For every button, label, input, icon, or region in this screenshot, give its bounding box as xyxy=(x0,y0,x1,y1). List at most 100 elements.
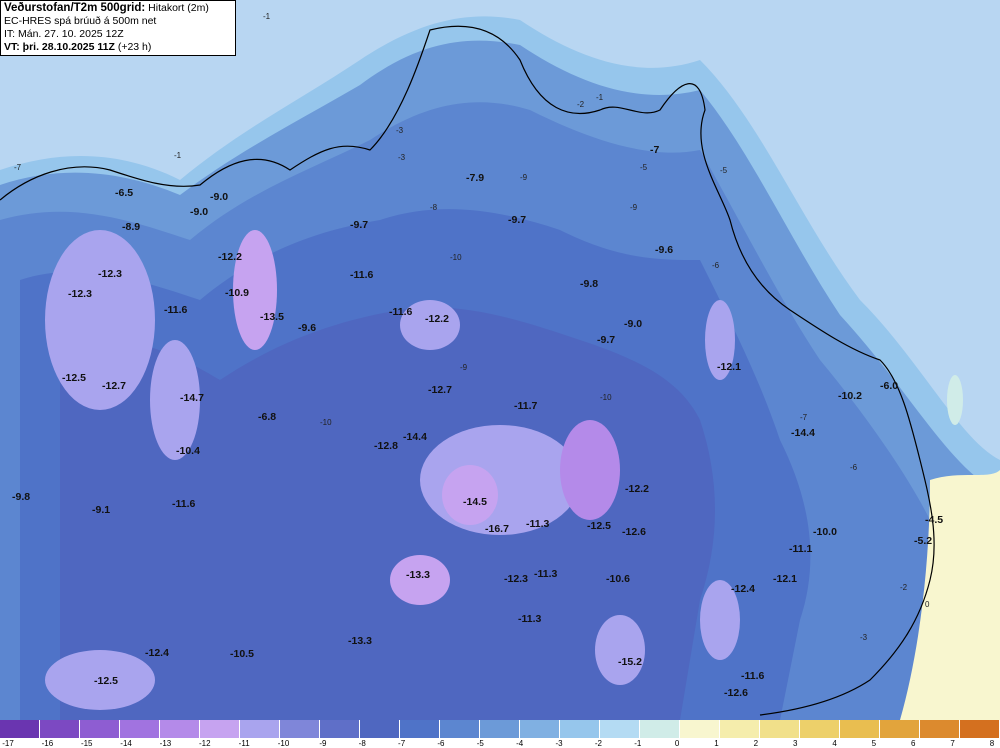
legend-tick-label: -7 xyxy=(398,739,406,748)
header-model: EC-HRES spá brúuð á 500m net xyxy=(4,15,157,27)
legend-tick-label: 8 xyxy=(989,739,995,748)
contour-label: -7 xyxy=(14,163,22,172)
legend-swatch xyxy=(600,720,640,738)
legend-color-bar xyxy=(0,720,1000,738)
station-temp-label: -12.4 xyxy=(731,583,755,595)
station-temp-label: -14.7 xyxy=(180,392,204,404)
island-east xyxy=(947,375,963,425)
station-temp-label: -11.3 xyxy=(534,568,558,580)
header-title-suffix: Hitakort (2m) xyxy=(148,2,209,14)
cold-patch-east xyxy=(560,420,620,520)
contour-label: -7 xyxy=(800,413,808,422)
contour-label: -2 xyxy=(577,100,585,109)
station-temp-label: -14.4 xyxy=(791,427,815,439)
legend-swatch xyxy=(880,720,920,738)
legend-swatch xyxy=(920,720,960,738)
legend-tick-label: -5 xyxy=(476,739,484,748)
contour-label: -2 xyxy=(900,583,908,592)
station-temp-label: -12.8 xyxy=(374,440,398,452)
station-temp-label: -12.5 xyxy=(587,520,611,532)
contour-label: -6 xyxy=(712,261,720,270)
header-title: Veðurstofan/T2m 500grid: xyxy=(4,2,146,14)
station-temp-label: -10.4 xyxy=(176,445,200,457)
legend-swatch xyxy=(200,720,240,738)
station-temp-label: -12.5 xyxy=(62,372,86,384)
station-temp-label: -9.6 xyxy=(655,244,673,256)
legend-swatch xyxy=(520,720,560,738)
contour-label: -9 xyxy=(520,173,528,182)
station-temp-label: -8.9 xyxy=(122,221,140,233)
contour-label: 0 xyxy=(925,600,930,609)
contour-label: -6 xyxy=(850,463,858,472)
cold-patch-center xyxy=(442,465,498,525)
legend-tick-label: -15 xyxy=(80,739,93,748)
station-temp-label: -4.5 xyxy=(925,514,943,526)
legend-tick-label: 0 xyxy=(674,739,680,748)
legend-tick-label: 2 xyxy=(753,739,759,748)
legend-swatch xyxy=(40,720,80,738)
station-temp-label: -13.3 xyxy=(348,635,372,647)
legend-tick-label: -11 xyxy=(238,739,250,748)
legend-swatch xyxy=(160,720,200,738)
station-temp-label: -10.0 xyxy=(813,526,837,538)
header-lead-time: (+23 h) xyxy=(117,41,152,53)
station-temp-label: -12.7 xyxy=(428,384,452,396)
station-temp-label: -12.3 xyxy=(68,288,92,300)
legend-swatch xyxy=(360,720,400,738)
legend-swatch xyxy=(800,720,840,738)
temperature-map: -6.5-9.0-9.0-8.9-12.3-12.3-12.2-10.9-11.… xyxy=(0,0,1000,720)
station-temp-label: -12.1 xyxy=(773,573,797,585)
legend-swatch xyxy=(400,720,440,738)
station-temp-label: -12.6 xyxy=(622,526,646,538)
legend-swatch xyxy=(320,720,360,738)
legend-swatch xyxy=(120,720,160,738)
legend-swatch xyxy=(80,720,120,738)
header-init-time: IT: Mán. 27. 10. 2025 12Z xyxy=(4,28,124,40)
contour-label: -1 xyxy=(174,151,182,160)
legend-tick-label: -1 xyxy=(634,739,642,748)
station-temp-label: -15.2 xyxy=(618,656,642,668)
legend-tick-label: -6 xyxy=(437,739,445,748)
legend-tick-label: -16 xyxy=(41,739,54,748)
station-temp-label: -9.7 xyxy=(508,214,526,226)
legend-swatch xyxy=(760,720,800,738)
legend-tick-label: -10 xyxy=(277,739,290,748)
legend-swatch xyxy=(840,720,880,738)
legend-tick-label: -2 xyxy=(594,739,602,748)
legend-tick-label: -4 xyxy=(516,739,524,748)
contour-label: -10 xyxy=(320,418,332,427)
station-temp-label: -12.1 xyxy=(717,361,741,373)
station-temp-label: -11.6 xyxy=(350,269,374,281)
station-temp-label: -10.2 xyxy=(838,390,862,402)
station-temp-label: -11.7 xyxy=(514,400,538,412)
legend-tick-label: 1 xyxy=(714,739,719,748)
station-temp-label: -10.5 xyxy=(230,648,254,660)
station-temp-label: -10.9 xyxy=(225,287,249,299)
station-temp-label: -6.5 xyxy=(115,187,133,199)
station-temp-label: -11.3 xyxy=(526,518,550,530)
station-temp-label: -12.6 xyxy=(724,687,748,699)
station-temp-label: -6.8 xyxy=(258,411,276,423)
station-temp-label: -13.5 xyxy=(260,311,284,323)
station-temp-label: -7 xyxy=(650,144,659,156)
contour-label: -10 xyxy=(450,253,462,262)
legend-swatch xyxy=(440,720,480,738)
station-temp-label: -9.8 xyxy=(12,491,30,503)
station-temp-label: -9.6 xyxy=(298,322,316,334)
contour-label: -5 xyxy=(640,163,648,172)
legend-swatch xyxy=(640,720,680,738)
legend-tick-label: 4 xyxy=(832,739,837,748)
station-temp-label: -9.7 xyxy=(597,334,615,346)
legend-swatch xyxy=(0,720,40,738)
legend-swatch xyxy=(720,720,760,738)
header-valid-time: VT: þri. 28.10.2025 11Z xyxy=(4,41,115,53)
legend-tick-label: -12 xyxy=(199,739,211,748)
cold-patch-central xyxy=(420,425,580,535)
station-temp-label: -11.6 xyxy=(164,304,188,316)
station-temp-label: -5.2 xyxy=(914,535,932,547)
station-temp-label: -12.7 xyxy=(102,380,126,392)
station-temp-label: -16.7 xyxy=(485,523,509,535)
station-temp-label: -12.5 xyxy=(94,675,118,687)
contour-label: -3 xyxy=(398,153,406,162)
legend-swatch xyxy=(240,720,280,738)
